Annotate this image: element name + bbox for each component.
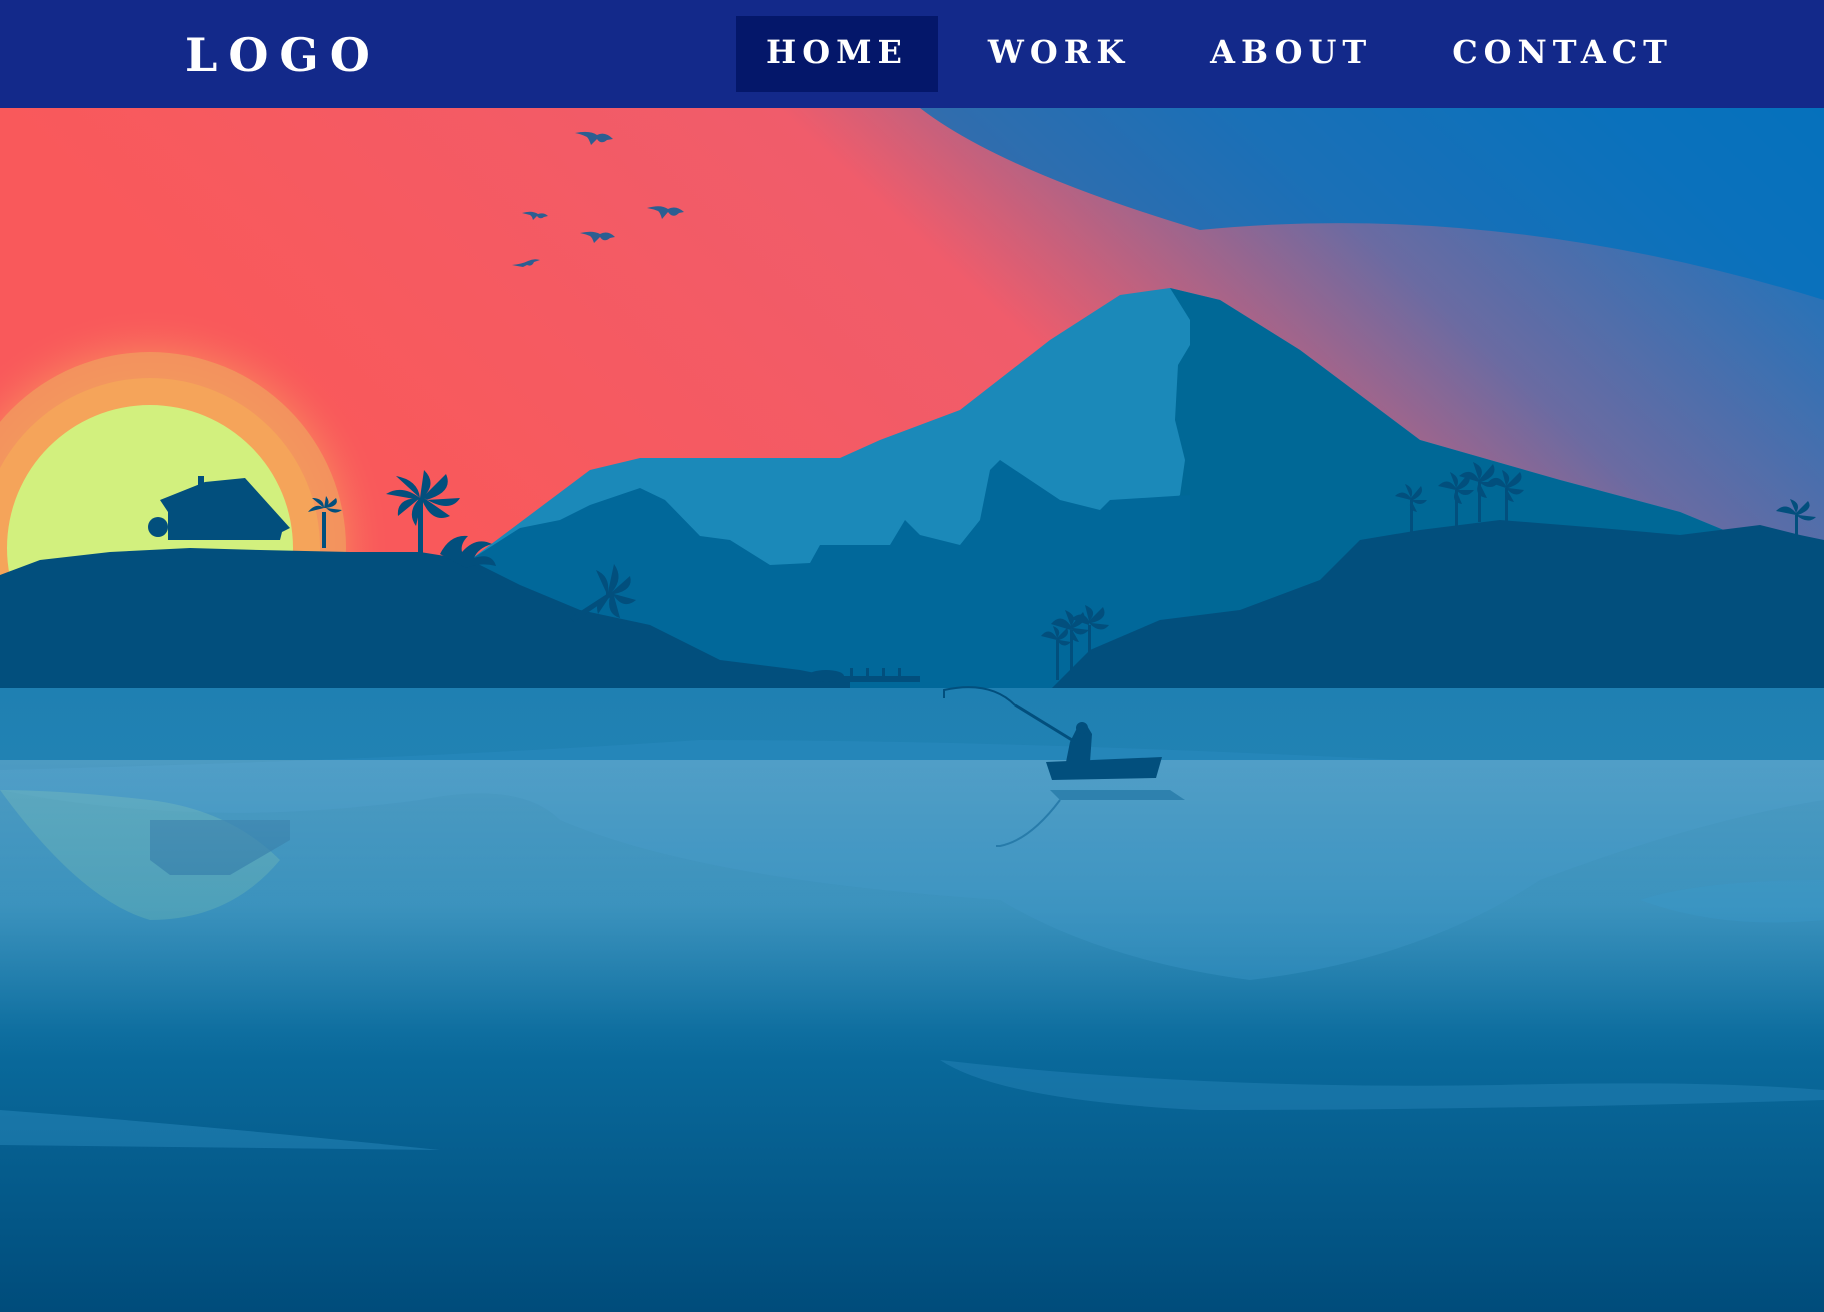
nav-about-link[interactable]: ABOUT	[1180, 16, 1402, 92]
logo[interactable]: LOGO	[185, 24, 381, 86]
hero-banner	[0, 108, 1824, 1312]
hero-illustration	[0, 108, 1824, 1312]
navbar: LOGO HOME WORK ABOUT CONTACT	[0, 0, 1824, 108]
nav-contact-link[interactable]: CONTACT	[1422, 16, 1703, 92]
nav-home-link[interactable]: HOME	[736, 16, 938, 92]
nav-work-link[interactable]: WORK	[958, 16, 1160, 92]
nav-menu: HOME WORK ABOUT CONTACT	[736, 16, 1703, 92]
